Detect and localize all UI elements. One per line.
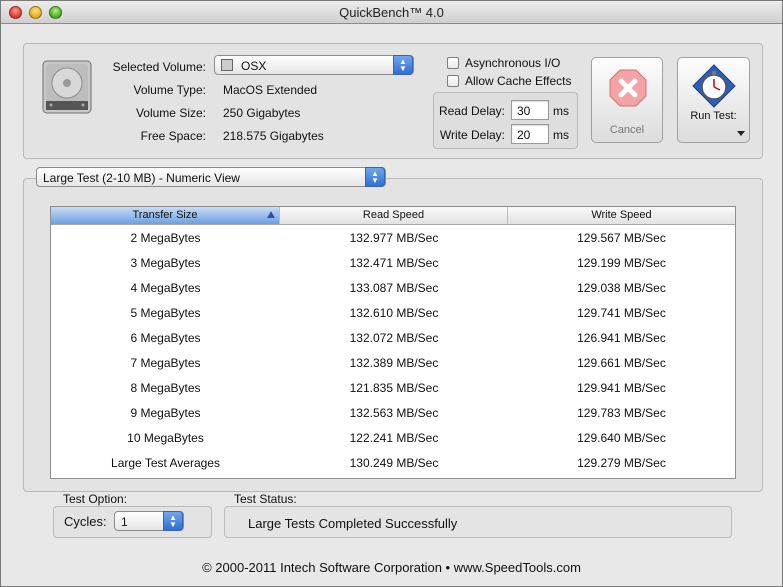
selected-volume-label: Selected Volume: <box>112 60 206 74</box>
sort-ascending-icon <box>267 211 275 218</box>
transfer-size-cell: 10 MegaBytes <box>127 431 204 445</box>
title-bar[interactable]: QuickBench™ 4.0 <box>1 1 782 24</box>
volume-select-value: OSX <box>241 59 267 73</box>
chevron-updown-icon: ▲ ▼ <box>163 511 183 531</box>
read-delay-label: Read Delay: <box>438 104 505 118</box>
cache-effects-label: Allow Cache Effects <box>465 74 572 88</box>
view-select[interactable]: Large Test (2-10 MB) - Numeric View ▲ ▼ <box>36 167 386 187</box>
read-speed-cell: 133.087 MB/Sec <box>349 281 439 295</box>
write-speed-cell: 129.741 MB/Sec <box>577 306 666 320</box>
read-speed-cell: 132.471 MB/Sec <box>349 256 439 270</box>
read-speed-cell: 132.610 MB/Sec <box>349 306 439 320</box>
volume-size-value: 250 Gigabytes <box>223 106 301 120</box>
stopwatch-icon <box>692 64 736 108</box>
read-speed-cell: 132.977 MB/Sec <box>349 231 439 245</box>
table-row[interactable]: 7 MegaBytes 132.389 MB/Sec 129.661 MB/Se… <box>51 352 735 377</box>
write-delay-unit: ms <box>553 128 569 142</box>
column-header-label: Transfer Size <box>132 209 198 221</box>
chevron-updown-icon: ▲ ▼ <box>393 55 413 75</box>
write-delay-label: Write Delay: <box>439 128 505 142</box>
test-status-value: Large Tests Completed Successfully <box>248 516 458 531</box>
cancel-button[interactable]: Cancel <box>591 57 663 143</box>
table-row[interactable]: 9 MegaBytes 132.563 MB/Sec 129.783 MB/Se… <box>51 402 735 427</box>
read-speed-cell: 122.241 MB/Sec <box>349 431 439 445</box>
run-test-label: Run Test: <box>690 110 737 122</box>
transfer-size-cell: 2 MegaBytes <box>130 231 201 245</box>
write-speed-cell: 129.199 MB/Sec <box>577 256 666 270</box>
test-status-label: Test Status: <box>234 492 297 506</box>
async-io-label: Asynchronous I/O <box>465 56 561 70</box>
cycles-label: Cycles: <box>64 514 107 529</box>
write-speed-cell: 126.941 MB/Sec <box>577 331 666 345</box>
free-space-label: Free Space: <box>140 129 206 143</box>
free-space-value: 218.575 Gigabytes <box>223 129 324 143</box>
chevron-updown-icon: ▲ ▼ <box>365 167 385 187</box>
transfer-size-cell: 9 MegaBytes <box>130 406 201 420</box>
table-row[interactable]: 4 MegaBytes 133.087 MB/Sec 129.038 MB/Se… <box>51 277 735 302</box>
transfer-size-cell: Large Test Averages <box>111 456 220 470</box>
write-speed-cell: 129.567 MB/Sec <box>577 231 666 245</box>
cancel-button-label: Cancel <box>609 124 645 136</box>
test-option-label: Test Option: <box>63 492 128 506</box>
table-header: Transfer Size Read Speed Write Speed <box>51 207 735 225</box>
table-row[interactable]: 8 MegaBytes 121.835 MB/Sec 129.941 MB/Se… <box>51 377 735 402</box>
write-speed-cell: 129.661 MB/Sec <box>577 356 666 370</box>
cancel-icon <box>609 69 647 107</box>
async-io-checkbox[interactable] <box>447 57 459 69</box>
table-row[interactable]: 5 MegaBytes 132.610 MB/Sec 129.741 MB/Se… <box>51 302 735 327</box>
transfer-size-cell: 8 MegaBytes <box>130 381 201 395</box>
cycles-select-value: 1 <box>121 515 128 529</box>
transfer-size-cell: 7 MegaBytes <box>130 356 201 370</box>
write-speed-cell: 129.941 MB/Sec <box>577 381 666 395</box>
table-row-averages[interactable]: Large Test Averages 130.249 MB/Sec 129.2… <box>51 452 735 477</box>
dropdown-arrow-icon <box>737 131 745 136</box>
read-speed-cell: 132.563 MB/Sec <box>349 406 439 420</box>
window-title: QuickBench™ 4.0 <box>339 5 444 20</box>
transfer-size-cell: 3 MegaBytes <box>130 256 201 270</box>
table-row[interactable]: 10 MegaBytes 122.241 MB/Sec 129.640 MB/S… <box>51 427 735 452</box>
transfer-size-cell: 4 MegaBytes <box>130 281 201 295</box>
write-speed-cell: 129.038 MB/Sec <box>577 281 666 295</box>
cycles-select[interactable]: 1 ▲ ▼ <box>114 511 184 531</box>
view-select-value: Large Test (2-10 MB) - Numeric View <box>43 171 240 185</box>
transfer-size-cell: 5 MegaBytes <box>130 306 201 320</box>
column-header-transfer-size[interactable]: Transfer Size <box>51 207 280 224</box>
write-speed-cell: 129.783 MB/Sec <box>577 406 666 420</box>
read-speed-cell: 121.835 MB/Sec <box>349 381 439 395</box>
column-header-write-speed[interactable]: Write Speed <box>508 207 735 224</box>
results-table: Transfer Size Read Speed Write Speed 2 M… <box>50 206 736 479</box>
read-speed-cell: 130.249 MB/Sec <box>349 456 439 470</box>
write-speed-cell: 129.279 MB/Sec <box>577 456 666 470</box>
run-test-button[interactable]: Run Test: <box>677 57 750 143</box>
cache-effects-checkbox[interactable] <box>447 75 459 87</box>
app-window: QuickBench™ 4.0 Selected Volume: OSX ▲ ▼ … <box>0 0 783 587</box>
footer-copyright: © 2000-2011 Intech Software Corporation … <box>202 560 581 575</box>
write-delay-input[interactable]: 20 <box>511 124 549 144</box>
read-speed-cell: 132.072 MB/Sec <box>349 331 439 345</box>
volume-select[interactable]: OSX ▲ ▼ <box>214 55 414 75</box>
transfer-size-cell: 6 MegaBytes <box>130 331 201 345</box>
table-row[interactable]: 3 MegaBytes 132.471 MB/Sec 129.199 MB/Se… <box>51 252 735 277</box>
column-header-read-speed[interactable]: Read Speed <box>280 207 508 224</box>
table-row[interactable]: 2 MegaBytes 132.977 MB/Sec 129.567 MB/Se… <box>51 227 735 252</box>
read-speed-cell: 132.389 MB/Sec <box>349 356 439 370</box>
volume-type-label: Volume Type: <box>133 83 207 97</box>
read-delay-input[interactable]: 30 <box>511 100 549 120</box>
volume-type-value: MacOS Extended <box>223 83 318 97</box>
read-delay-unit: ms <box>553 104 569 118</box>
volume-disk-icon <box>221 59 233 71</box>
table-row[interactable]: 6 MegaBytes 132.072 MB/Sec 126.941 MB/Se… <box>51 327 735 352</box>
volume-size-label: Volume Size: <box>135 106 206 120</box>
test-status-box: Large Tests Completed Successfully <box>224 506 732 538</box>
write-speed-cell: 129.640 MB/Sec <box>577 431 666 445</box>
